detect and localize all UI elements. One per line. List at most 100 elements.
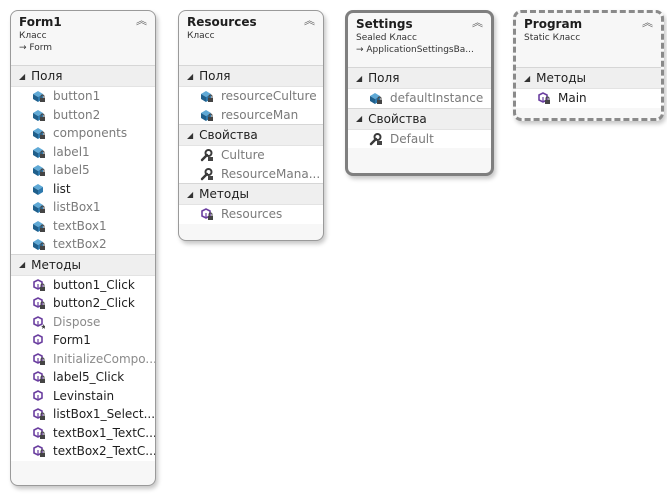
method-private-icon bbox=[31, 444, 53, 458]
member-name: Form1 bbox=[53, 333, 91, 348]
member-row[interactable]: textBox1_TextC... bbox=[11, 424, 155, 443]
member-row[interactable]: button1 bbox=[11, 87, 155, 106]
member-row[interactable]: label5 bbox=[11, 161, 155, 180]
member-row[interactable]: ★ Dispose bbox=[11, 313, 155, 332]
field-private-icon bbox=[199, 108, 221, 122]
member-name: textBox1 bbox=[53, 218, 107, 233]
section-header-methods[interactable]: ◢ Методы bbox=[516, 67, 661, 89]
member-row[interactable]: InitializeCompo... bbox=[11, 350, 155, 369]
collapse-icon[interactable]: ︽ bbox=[472, 17, 483, 29]
member-row[interactable]: Form1 bbox=[11, 331, 155, 350]
member-name: listBox1 bbox=[53, 200, 101, 215]
member-row[interactable]: label5_Click bbox=[11, 368, 155, 387]
method-private-icon bbox=[31, 352, 53, 366]
member-list: button1_Click button2_Click ★ Dispose Form1 I… bbox=[11, 275, 155, 461]
property-icon bbox=[199, 167, 221, 181]
member-row[interactable]: button1_Click bbox=[11, 276, 155, 295]
section-label: Поля bbox=[199, 69, 231, 83]
class-kind: Sealed Класс bbox=[356, 33, 417, 43]
section-label: Методы bbox=[199, 187, 249, 201]
member-name: defaultInstance bbox=[390, 91, 484, 106]
collapse-icon[interactable]: ︽ bbox=[304, 15, 315, 27]
member-row[interactable]: Main bbox=[516, 89, 661, 108]
expand-triangle-icon: ◢ bbox=[356, 73, 363, 83]
section-header-fields[interactable]: ◢ Поля bbox=[11, 65, 155, 87]
member-row[interactable]: textBox1 bbox=[11, 217, 155, 236]
member-row[interactable]: label1 bbox=[11, 143, 155, 162]
property-icon bbox=[368, 132, 390, 146]
member-row[interactable]: textBox2 bbox=[11, 235, 155, 254]
member-name: button1_Click bbox=[53, 277, 135, 292]
section-header-properties[interactable]: ◢ Свойства bbox=[179, 124, 323, 146]
class-base: → ApplicationSettingsBa... bbox=[356, 45, 474, 55]
field-private-icon bbox=[31, 89, 53, 103]
svg-text:★: ★ bbox=[41, 323, 46, 329]
member-name: resourceCulture bbox=[221, 89, 317, 104]
section-header-properties[interactable]: ◢ Свойства bbox=[348, 107, 491, 130]
member-row[interactable]: resourceCulture bbox=[179, 87, 323, 106]
section-header-methods[interactable]: ◢ Методы bbox=[179, 183, 323, 205]
collapse-icon[interactable]: ︽ bbox=[642, 17, 653, 29]
method-protected-icon: ★ bbox=[31, 315, 53, 329]
member-name: resourceMan bbox=[221, 107, 299, 122]
member-name: button2 bbox=[53, 107, 101, 122]
member-name: Main bbox=[558, 91, 587, 106]
member-list: Culture ResourceMana... bbox=[179, 146, 323, 183]
member-list: Resources bbox=[179, 205, 323, 224]
member-list: button1 button2 components label1 label5 list… bbox=[11, 87, 155, 254]
member-name: textBox2 bbox=[53, 237, 107, 252]
section-header-fields[interactable]: ◢ Поля bbox=[179, 65, 323, 87]
member-row[interactable]: ResourceMana... bbox=[179, 165, 323, 184]
member-row[interactable]: components bbox=[11, 124, 155, 143]
expand-triangle-icon: ◢ bbox=[19, 260, 26, 269]
member-row[interactable]: list bbox=[11, 180, 155, 199]
member-row[interactable]: resourceMan bbox=[179, 106, 323, 125]
member-row[interactable]: textBox2_TextC... bbox=[11, 442, 155, 461]
member-name: Default bbox=[390, 131, 434, 146]
class-card-form1[interactable]: Form1 Класс → Form ︽ ◢ Поля button1 butto… bbox=[10, 10, 156, 486]
expand-triangle-icon: ◢ bbox=[524, 73, 531, 83]
expand-triangle-icon: ◢ bbox=[187, 130, 194, 140]
expand-triangle-icon: ◢ bbox=[19, 71, 26, 81]
member-row[interactable]: Culture bbox=[179, 146, 323, 165]
class-card-program[interactable]: Program Static Класс ︽ ◢ Методы Main bbox=[513, 10, 664, 121]
member-name: list bbox=[53, 181, 71, 196]
expand-triangle-icon: ◢ bbox=[187, 71, 194, 81]
method-private-icon bbox=[536, 91, 558, 105]
section-label: Поля bbox=[368, 71, 400, 85]
class-kind: Класс bbox=[19, 31, 47, 41]
field-public-icon bbox=[31, 182, 53, 196]
class-card-resources[interactable]: Resources Класс ︽ ◢ Поля resourceCulture… bbox=[178, 10, 324, 241]
member-name: label5 bbox=[53, 163, 90, 178]
section-header-fields[interactable]: ◢ Поля bbox=[348, 67, 491, 89]
class-header-program[interactable]: Program Static Класс ︽ bbox=[516, 13, 661, 67]
member-row[interactable]: Resources bbox=[179, 205, 323, 224]
field-private-icon bbox=[31, 108, 53, 122]
section-label: Свойства bbox=[368, 111, 427, 126]
member-row[interactable]: Levinstain bbox=[11, 387, 155, 406]
section-header-methods[interactable]: ◢ Методы bbox=[11, 253, 155, 276]
member-name: Resources bbox=[221, 207, 283, 222]
member-row[interactable]: defaultInstance bbox=[348, 89, 491, 108]
class-header-resources[interactable]: Resources Класс ︽ bbox=[179, 11, 323, 65]
member-row[interactable]: Default bbox=[348, 130, 491, 149]
field-private-icon bbox=[31, 219, 53, 233]
member-row[interactable]: listBox1_Select... bbox=[11, 405, 155, 424]
member-row[interactable]: button2_Click bbox=[11, 294, 155, 313]
member-name: Dispose bbox=[53, 314, 101, 329]
class-card-settings[interactable]: Settings Sealed Класс → ApplicationSetti… bbox=[345, 10, 494, 176]
class-header-form1[interactable]: Form1 Класс → Form ︽ bbox=[11, 11, 155, 65]
method-public-icon bbox=[31, 389, 53, 403]
class-title: Form1 bbox=[19, 15, 62, 29]
method-private-icon bbox=[31, 278, 53, 292]
collapse-icon[interactable]: ︽ bbox=[136, 15, 147, 27]
section-label: Методы bbox=[31, 257, 81, 272]
field-private-icon bbox=[31, 237, 53, 251]
member-row[interactable]: button2 bbox=[11, 106, 155, 125]
expand-triangle-icon: ◢ bbox=[187, 189, 194, 199]
section-label: Методы bbox=[536, 71, 586, 85]
class-header-settings[interactable]: Settings Sealed Класс → ApplicationSetti… bbox=[348, 13, 491, 67]
member-list: defaultInstance bbox=[348, 89, 491, 108]
method-private-icon bbox=[199, 207, 221, 221]
member-row[interactable]: listBox1 bbox=[11, 198, 155, 217]
